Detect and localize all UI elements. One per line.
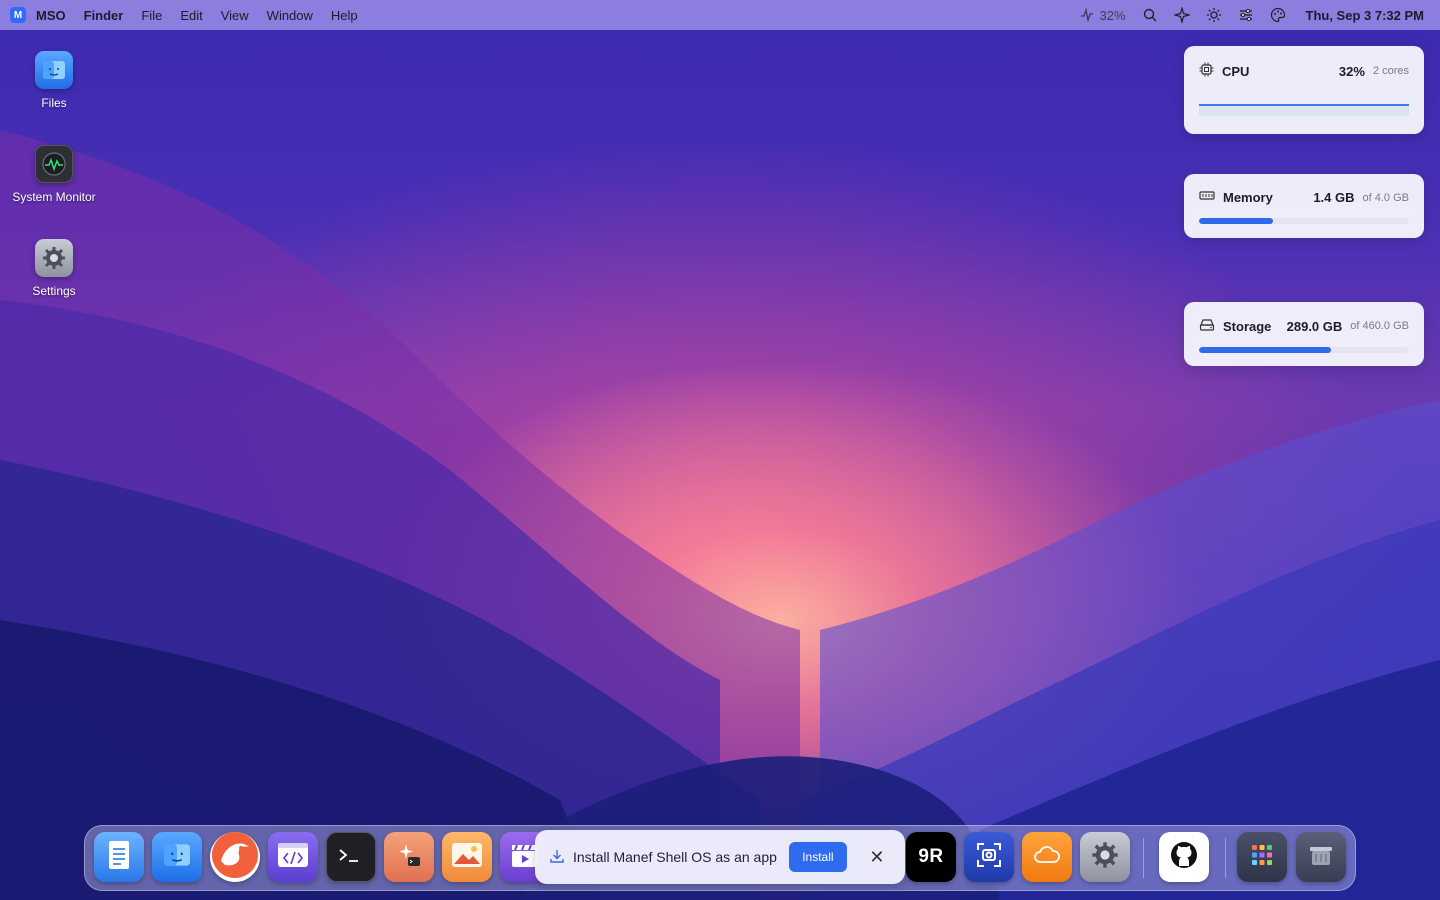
nine-r-label: 9R [918, 846, 944, 867]
code-icon [277, 842, 309, 873]
install-app-toast: Install Manef Shell OS as an app Install… [535, 830, 905, 884]
gear-icon [35, 239, 73, 277]
dock-terminal[interactable] [326, 832, 376, 882]
memory-widget-total: of 4.0 GB [1362, 191, 1409, 204]
dragon-icon [211, 831, 259, 884]
desktop-wallpaper [0, 0, 1440, 900]
sparkle-icon[interactable] [1173, 7, 1190, 23]
storage-widget-total: of 460.0 GB [1350, 320, 1409, 332]
dock-launchpad[interactable] [1237, 832, 1287, 882]
activity-monitor-icon [35, 145, 73, 183]
dock-settings[interactable] [1080, 832, 1130, 882]
cpu-widget-value: 32% [1338, 63, 1365, 79]
search-icon[interactable] [1142, 7, 1158, 23]
dock-screenshot-app[interactable] [964, 832, 1014, 882]
activity-icon [1079, 7, 1095, 23]
menu-app-name[interactable]: MSO [36, 8, 66, 23]
files-icon [35, 51, 73, 89]
desktop-icon-label: Files [41, 96, 67, 110]
dock-github[interactable] [1159, 832, 1209, 882]
desktop-icon-label: Settings [32, 284, 76, 298]
desktop-icon-label: System Monitor [12, 190, 96, 204]
control-center-icon[interactable] [1238, 7, 1254, 23]
memory-usage-bar [1199, 218, 1409, 224]
memory-widget-title: Memory [1223, 190, 1273, 205]
memory-icon [1199, 190, 1215, 205]
dock-code-editor[interactable] [268, 832, 318, 882]
menu-view[interactable]: View [221, 8, 249, 23]
storage-usage-fill [1199, 347, 1332, 353]
desktop-icon-settings[interactable]: Settings [9, 239, 99, 300]
menu-file[interactable]: File [141, 8, 162, 23]
dock-separator [1143, 838, 1144, 878]
terminal-icon [336, 843, 366, 872]
close-icon[interactable]: ✕ [867, 847, 887, 868]
cpu-widget[interactable]: CPU 32% 2 cores [1184, 46, 1424, 134]
cloud-icon [1033, 845, 1061, 870]
palette-icon[interactable] [1270, 7, 1286, 23]
document-icon [106, 840, 132, 875]
app-logo-icon[interactable]: M [10, 7, 26, 23]
menu-edit[interactable]: Edit [180, 8, 202, 23]
screenshot-icon [975, 841, 1003, 874]
dock-separator [1225, 838, 1226, 878]
cpu-widget-title: CPU [1222, 63, 1250, 79]
cpu-chip-icon [1199, 62, 1214, 80]
github-icon [1169, 840, 1199, 875]
desktop-icon-system-monitor[interactable]: System Monitor [9, 145, 99, 206]
trash-icon [1307, 842, 1335, 873]
storage-widget[interactable]: Storage 289.0 GB of 460.0 GB [1184, 302, 1424, 366]
cpu-status-value: 32% [1099, 7, 1126, 23]
storage-widget-value: 289.0 GB [1286, 318, 1343, 334]
menu-finder[interactable]: Finder [84, 8, 124, 23]
dock-photos[interactable] [442, 832, 492, 882]
sparkle-terminal-icon [394, 840, 424, 875]
dock-dragon-app[interactable] [210, 831, 260, 884]
storage-usage-bar [1199, 347, 1409, 353]
cpu-widget-cores: 2 cores [1372, 65, 1409, 77]
download-icon [549, 848, 565, 867]
files-icon [162, 842, 192, 873]
memory-usage-fill [1199, 218, 1273, 224]
menu-window[interactable]: Window [267, 8, 313, 23]
cpu-status[interactable]: 32% [1079, 7, 1126, 23]
gear-icon [1090, 840, 1120, 875]
cpu-usage-graph [1199, 104, 1409, 116]
install-toast-message: Install Manef Shell OS as an app [573, 849, 777, 865]
menu-help[interactable]: Help [331, 8, 358, 23]
memory-widget-value: 1.4 GB [1313, 190, 1355, 205]
menu-bar: M MSO Finder File Edit View Window Help … [0, 0, 1440, 30]
menu-clock[interactable]: Thu, Sep 3 7:32 PM [1306, 8, 1424, 23]
dock-script-app[interactable] [384, 832, 434, 882]
storage-widget-title: Storage [1223, 318, 1272, 334]
app-grid-icon [1250, 843, 1274, 872]
memory-widget[interactable]: Memory 1.4 GB of 4.0 GB [1184, 174, 1424, 238]
dock-cloud-app[interactable] [1022, 832, 1072, 882]
brightness-icon[interactable] [1206, 7, 1222, 23]
dock-files[interactable] [152, 832, 202, 882]
dock-trash[interactable] [1296, 832, 1346, 882]
dock-text-editor[interactable] [94, 832, 144, 882]
desktop-icon-files[interactable]: Files [9, 51, 99, 112]
dock-9r-app[interactable]: 9R [906, 832, 956, 882]
image-icon [451, 842, 483, 873]
install-button[interactable]: Install [788, 842, 847, 872]
hard-drive-icon [1199, 318, 1215, 334]
